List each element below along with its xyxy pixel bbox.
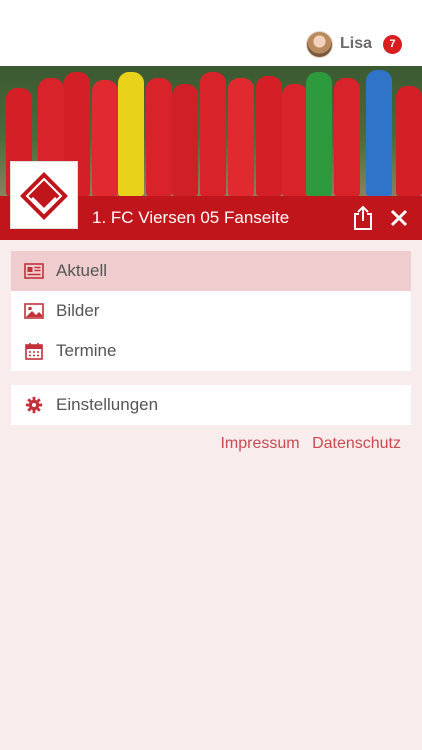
club-title: 1. FC Viersen 05 Fanseite xyxy=(92,208,290,227)
menu-item-bilder[interactable]: Bilder xyxy=(11,291,411,331)
main-menu: Aktuell Bilder Termine xyxy=(11,251,411,371)
menu-item-einstellungen[interactable]: Einstellungen xyxy=(11,385,411,425)
newspaper-icon xyxy=(24,261,44,281)
menu-item-label: Aktuell xyxy=(56,261,108,280)
image-icon xyxy=(24,301,44,321)
calendar-icon xyxy=(24,341,44,361)
footer-links: Impressum Datenschutz xyxy=(212,435,401,453)
close-icon xyxy=(390,209,408,227)
datenschutz-link[interactable]: Datenschutz xyxy=(312,435,401,452)
share-icon xyxy=(354,205,372,230)
menu-item-aktuell[interactable]: Aktuell xyxy=(11,251,411,291)
settings-menu: Einstellungen xyxy=(11,385,411,425)
avatar[interactable] xyxy=(305,30,333,58)
menu-item-label: Termine xyxy=(56,341,117,360)
user-menu[interactable]: Lisa 7 xyxy=(305,30,402,58)
close-button[interactable] xyxy=(386,204,412,232)
gear-icon xyxy=(24,395,44,415)
impressum-link[interactable]: Impressum xyxy=(220,435,299,452)
share-button[interactable] xyxy=(350,204,376,232)
notification-badge[interactable]: 7 xyxy=(383,34,402,54)
club-logo xyxy=(10,161,78,229)
menu-item-termine[interactable]: Termine xyxy=(11,331,411,371)
user-name[interactable]: Lisa xyxy=(340,35,372,53)
menu-item-label: Bilder xyxy=(56,301,100,320)
top-bar: Lisa 7 xyxy=(0,0,422,66)
menu-item-label: Einstellungen xyxy=(56,395,159,414)
